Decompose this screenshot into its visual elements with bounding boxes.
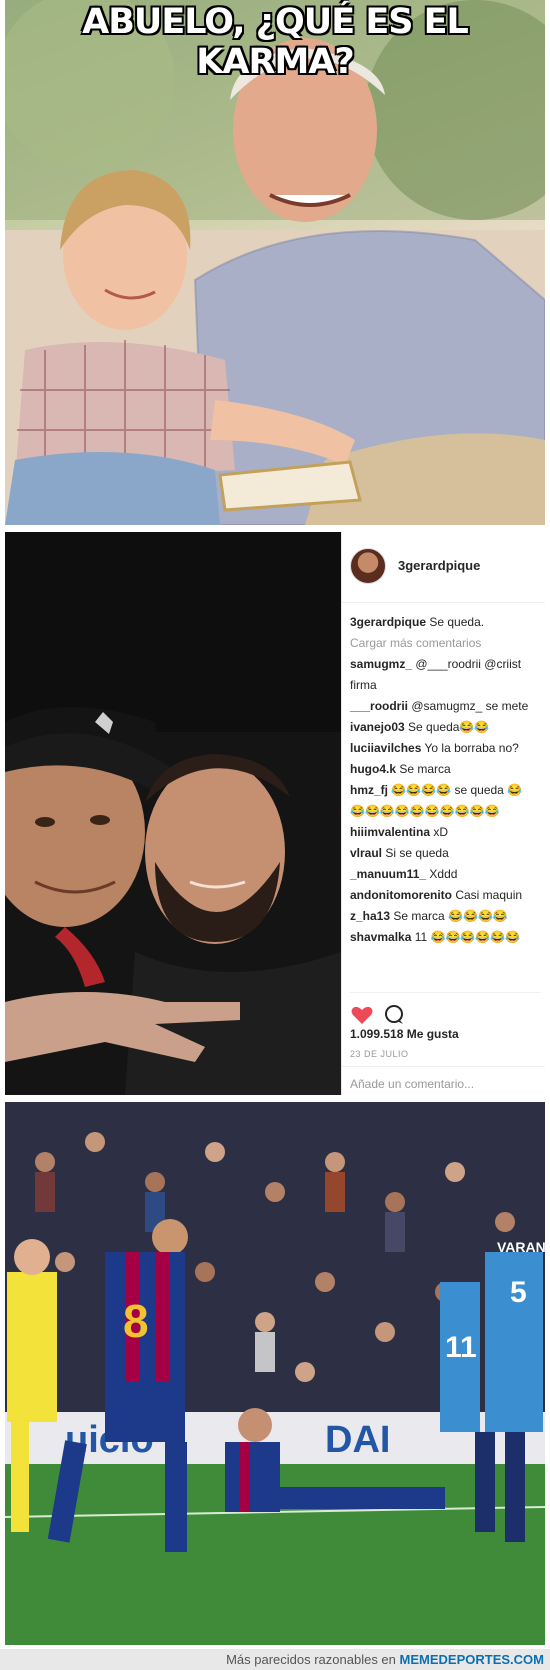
- comment-rows: samugmz_ @___roodrii @criist firma ___rood…: [350, 654, 545, 948]
- comment-text: Se marca: [399, 762, 451, 776]
- comment-row: hmz_fj 😂😂😂😂 se queda 😂: [350, 780, 545, 801]
- comment-row: firma: [350, 675, 545, 696]
- comment-row: 😂😂😂😂😂😂😂😂😂😂: [350, 801, 545, 822]
- comment-text: firma: [350, 678, 377, 692]
- action-icons: [351, 1005, 403, 1024]
- banner-right-text: DAI: [325, 1419, 390, 1461]
- meme-title: ABUELO, ¿QUÉ ES EL KARMA?: [82, 2, 469, 82]
- selfie-illustration: [5, 532, 341, 1095]
- comment-user[interactable]: z_ha13: [350, 909, 390, 923]
- comment-icon: [385, 1005, 403, 1023]
- comment-text: Si se queda: [385, 846, 449, 860]
- comment-user[interactable]: vlraul: [350, 846, 382, 860]
- comment-text: Casi maquin: [455, 888, 523, 902]
- comment-row: vlraul Si se queda: [350, 843, 545, 864]
- jersey-number-right: 5: [510, 1276, 527, 1309]
- post-header: 3gerardpique: [342, 532, 545, 603]
- post-username[interactable]: 3gerardpique: [398, 558, 480, 573]
- instagram-post-panel: 3gerardpique 3gerardpique Se queda. Carg…: [5, 532, 545, 1095]
- load-more-comments-link[interactable]: Cargar más comentarios: [350, 633, 545, 654]
- comment-row: _manuum11_ Xddd: [350, 864, 545, 885]
- comment-text: @___roodrii @criist: [415, 657, 522, 671]
- footer-prefix: Más parecidos razonables en: [226, 1652, 396, 1667]
- action-bar: [350, 992, 540, 1032]
- caption: 3gerardpique Se queda.: [350, 612, 545, 633]
- comment-text: 😂😂😂😂😂😂😂😂😂😂: [350, 804, 500, 818]
- heart-icon: [351, 1006, 373, 1024]
- comment-row: hugo4.k Se marca: [350, 759, 545, 780]
- comment-row: andonitomorenito Casi maquin: [350, 885, 545, 906]
- comment-row: luciiavilches Yo la borraba no?: [350, 738, 545, 759]
- comment-text: @samugmz_ se mete: [411, 699, 529, 713]
- comment-text: Se queda😂😂: [408, 720, 490, 734]
- comment-user[interactable]: andonitomorenito: [350, 888, 452, 902]
- caption-text: Se queda.: [429, 615, 485, 629]
- comment-row: samugmz_ @___roodrii @criist: [350, 654, 545, 675]
- comment-user[interactable]: _manuum11_: [350, 867, 426, 881]
- caption-user[interactable]: 3gerardpique: [350, 615, 426, 629]
- comment-user[interactable]: hugo4.k: [350, 762, 396, 776]
- selfie-photo: [5, 532, 341, 1095]
- footer-text: Más parecidos razonables en MEMEDEPORTES…: [226, 1652, 544, 1667]
- comment-user[interactable]: shavmalka: [350, 930, 411, 944]
- likes-count[interactable]: 1.099.518 Me gusta: [350, 1027, 459, 1041]
- comments-list: 3gerardpique Se queda. Cargar más coment…: [350, 612, 545, 948]
- add-comment-input[interactable]: Añade un comentario...: [342, 1066, 545, 1095]
- footer-brand-link[interactable]: MEMEDEPORTES.COM: [400, 1652, 544, 1667]
- comment-user[interactable]: samugmz_: [350, 657, 412, 671]
- comment-text: 😂😂😂😂 se queda 😂: [391, 783, 523, 797]
- comment-user[interactable]: luciiavilches: [350, 741, 421, 755]
- comment-row: ivanejo03 Se queda😂😂: [350, 717, 545, 738]
- comment-row: z_ha13 Se marca 😂😂😂😂: [350, 906, 545, 927]
- footer-bar: Más parecidos razonables en MEMEDEPORTES…: [0, 1649, 550, 1670]
- stadium-illustration: uicio DAI 8 11 5 VARANE: [5, 1102, 545, 1645]
- comment-row: ___roodrii @samugmz_ se mete: [350, 696, 545, 717]
- jersey-number-left: 8: [123, 1295, 149, 1347]
- instagram-sidebar: 3gerardpique 3gerardpique Se queda. Carg…: [341, 532, 545, 1095]
- comment-row: hiiimvalentina xD: [350, 822, 545, 843]
- jersey-number-mid: 11: [445, 1331, 477, 1364]
- comment-text: 11 😂😂😂😂😂😂: [414, 930, 521, 944]
- comment-text: Yo la borraba no?: [424, 741, 519, 755]
- post-date: 23 DE JULIO: [350, 1049, 409, 1059]
- comment-user[interactable]: hiiimvalentina: [350, 825, 430, 839]
- comment-user[interactable]: ivanejo03: [350, 720, 405, 734]
- jersey-name-right: VARANE: [497, 1239, 545, 1255]
- comment-user[interactable]: hmz_fj: [350, 783, 388, 797]
- comment-text: xD: [433, 825, 449, 839]
- comment-row: shavmalka 11 😂😂😂😂😂😂: [350, 927, 545, 948]
- grandpa-panel: ABUELO, ¿QUÉ ES EL KARMA?: [5, 0, 545, 525]
- stadium-panel: uicio DAI 8 11 5 VARANE: [5, 1102, 545, 1645]
- comment-user[interactable]: ___roodrii: [350, 699, 408, 713]
- comment-text: Xddd: [429, 867, 458, 881]
- comment-text: Se marca 😂😂😂😂: [393, 909, 508, 923]
- avatar[interactable]: [350, 548, 386, 584]
